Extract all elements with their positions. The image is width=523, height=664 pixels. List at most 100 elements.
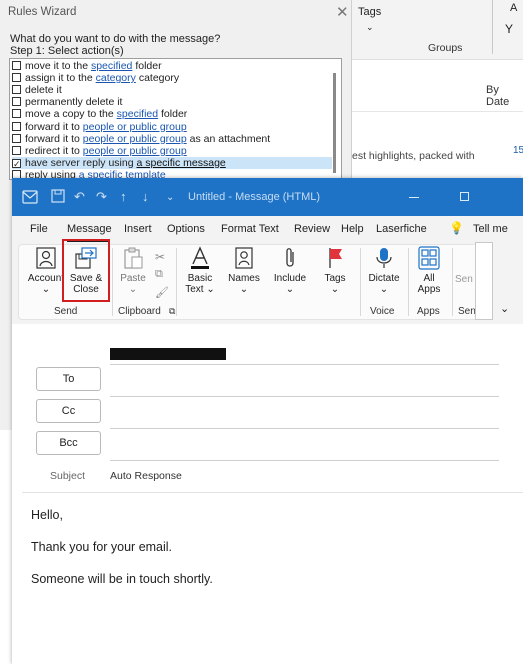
cc-field[interactable] <box>110 428 499 429</box>
undo-icon[interactable]: ↶ <box>74 189 85 205</box>
customize-toolbar-icon[interactable]: ⌄ <box>166 192 174 203</box>
sensitivity-button[interactable]: Sen <box>455 274 475 285</box>
all-apps-button[interactable]: All Apps <box>412 246 446 295</box>
basic-text-button[interactable]: Basic Text ⌄ <box>182 246 218 295</box>
account-icon <box>36 247 56 269</box>
body-line-closing[interactable]: Someone will be in touch shortly. <box>31 572 213 586</box>
actions-scrollbar-thumb[interactable] <box>333 73 336 173</box>
dictate-button[interactable]: Dictate ⌄ <box>364 246 404 295</box>
account-chevron-icon: ⌄ <box>41 284 51 295</box>
include-chevron-icon: ⌄ <box>285 284 295 295</box>
body-divider <box>22 492 523 493</box>
up-arrow-icon[interactable]: ↑ <box>120 189 127 204</box>
tags-chevron-icon: ⌄ <box>330 284 340 295</box>
checkbox-icon[interactable] <box>12 145 21 155</box>
tell-me-search[interactable]: Tell me <box>473 223 508 235</box>
tab-options[interactable]: Options <box>167 223 205 235</box>
save-icon[interactable] <box>51 189 65 203</box>
action-row[interactable]: move it to the specified folder <box>12 60 332 72</box>
action-row[interactable]: redirect it to people or public group <box>12 145 332 157</box>
account-button[interactable]: Account ⌄ <box>26 246 66 295</box>
title-bar: ↶ ↷ ↑ ↓ ⌄ Untitled - Message (HTML) <box>12 178 523 216</box>
action-row[interactable]: delete it <box>12 84 332 96</box>
tab-review[interactable]: Review <box>294 223 330 235</box>
checkbox-icon[interactable] <box>12 73 21 83</box>
cc-button[interactable]: Cc <box>36 399 101 423</box>
wizard-question: What do you want to do with the message? <box>10 33 221 45</box>
subject-label: Subject <box>50 470 86 482</box>
paste-label: Paste <box>120 273 146 284</box>
group-label-voice: Voice <box>370 306 395 317</box>
group-label-send: Send <box>54 306 78 317</box>
background-preview-snippet[interactable]: est highlights, packed with <box>352 150 475 162</box>
checkbox-icon[interactable] <box>12 97 21 107</box>
minimize-icon[interactable] <box>409 197 419 198</box>
close-icon[interactable]: ✕ <box>336 3 349 21</box>
account-label: Account <box>27 273 65 284</box>
names-button[interactable]: Names ⌄ <box>224 246 264 295</box>
action-link[interactable]: people or public group <box>83 121 187 133</box>
tags-button[interactable]: Tags ⌄ <box>318 246 352 295</box>
cut-icon[interactable]: ✂ <box>155 250 165 264</box>
bcc-button[interactable]: Bcc <box>36 431 101 455</box>
format-painter-icon[interactable]: 🖌 <box>155 286 169 299</box>
include-button[interactable]: Include ⌄ <box>270 246 310 295</box>
body-line-greeting[interactable]: Hello, <box>31 508 63 522</box>
checkbox-icon[interactable] <box>12 61 21 70</box>
tab-file[interactable]: File <box>30 223 48 235</box>
action-row[interactable]: ✓ have server reply using a specific mess… <box>12 156 332 169</box>
action-link[interactable]: specified <box>117 108 158 120</box>
redo-icon[interactable]: ↷ <box>96 189 107 205</box>
action-row[interactable]: assign it to the category category <box>12 72 332 84</box>
down-arrow-icon[interactable]: ↓ <box>142 189 149 204</box>
subject-input[interactable]: Auto Response <box>110 470 182 482</box>
action-link[interactable]: category <box>96 72 136 84</box>
restore-icon[interactable] <box>460 192 469 201</box>
action-link[interactable]: a specific message <box>136 157 225 169</box>
bcc-field[interactable] <box>110 460 499 461</box>
actions-list[interactable]: move it to the specified folder assign it… <box>9 58 342 180</box>
action-text: delete it <box>25 84 62 97</box>
action-link[interactable]: people or public group <box>83 145 187 157</box>
group-divider <box>176 248 177 316</box>
checkbox-icon[interactable] <box>12 109 21 119</box>
action-text-suffix: folder <box>132 60 162 72</box>
background-font-icon[interactable]: A <box>510 2 517 14</box>
action-link[interactable]: specified <box>91 60 132 72</box>
copy-icon[interactable]: ⧉ <box>155 268 163 281</box>
ribbon-collapse-chevron-icon[interactable]: ⌄ <box>500 302 509 315</box>
lightbulb-icon[interactable]: 💡 <box>449 221 464 235</box>
tab-laserfiche[interactable]: Laserfiche <box>376 223 427 235</box>
names-chevron-icon: ⌄ <box>239 284 249 295</box>
action-link[interactable]: people or public group <box>83 133 187 145</box>
paste-button[interactable]: Paste ⌄ <box>118 246 148 295</box>
background-tags-chevron-icon[interactable]: ⌄ <box>366 22 374 33</box>
background-divider <box>492 0 493 54</box>
dictate-chevron-icon: ⌄ <box>379 284 389 295</box>
checkbox-icon[interactable] <box>12 133 21 143</box>
body-line-thanks[interactable]: Thank you for your email. <box>31 540 172 554</box>
action-text-suffix: folder <box>158 108 188 121</box>
sort-label: By Date <box>486 84 510 108</box>
tab-insert[interactable]: Insert <box>124 223 152 235</box>
to-field[interactable] <box>110 396 499 397</box>
tab-message[interactable]: Message <box>67 223 112 235</box>
action-row[interactable]: forward it to people or public group as … <box>12 133 332 145</box>
action-row[interactable]: move a copy to the specified folder <box>12 108 332 120</box>
tab-help[interactable]: Help <box>341 223 364 235</box>
dialog-title: Rules Wizard <box>8 6 77 18</box>
background-tags-label[interactable]: Tags <box>358 6 381 18</box>
tags-label: Tags <box>324 273 346 284</box>
background-sort-by-date[interactable]: By Date <box>486 84 523 108</box>
checkbox-checked-icon[interactable]: ✓ <box>12 158 21 168</box>
to-button[interactable]: To <box>36 367 101 391</box>
background-filter-icon[interactable]: Y <box>505 22 513 36</box>
action-row[interactable]: permanently delete it <box>12 96 332 108</box>
checkbox-icon[interactable] <box>12 85 21 95</box>
ribbon-overflow-button[interactable] <box>475 242 493 320</box>
checkbox-icon[interactable] <box>12 121 21 131</box>
dialog-launcher-icon[interactable]: ⧉ <box>169 306 175 317</box>
tab-format-text[interactable]: Format Text <box>221 223 279 235</box>
all-apps-label-line1: All <box>423 273 435 284</box>
action-row[interactable]: forward it to people or public group <box>12 121 332 133</box>
